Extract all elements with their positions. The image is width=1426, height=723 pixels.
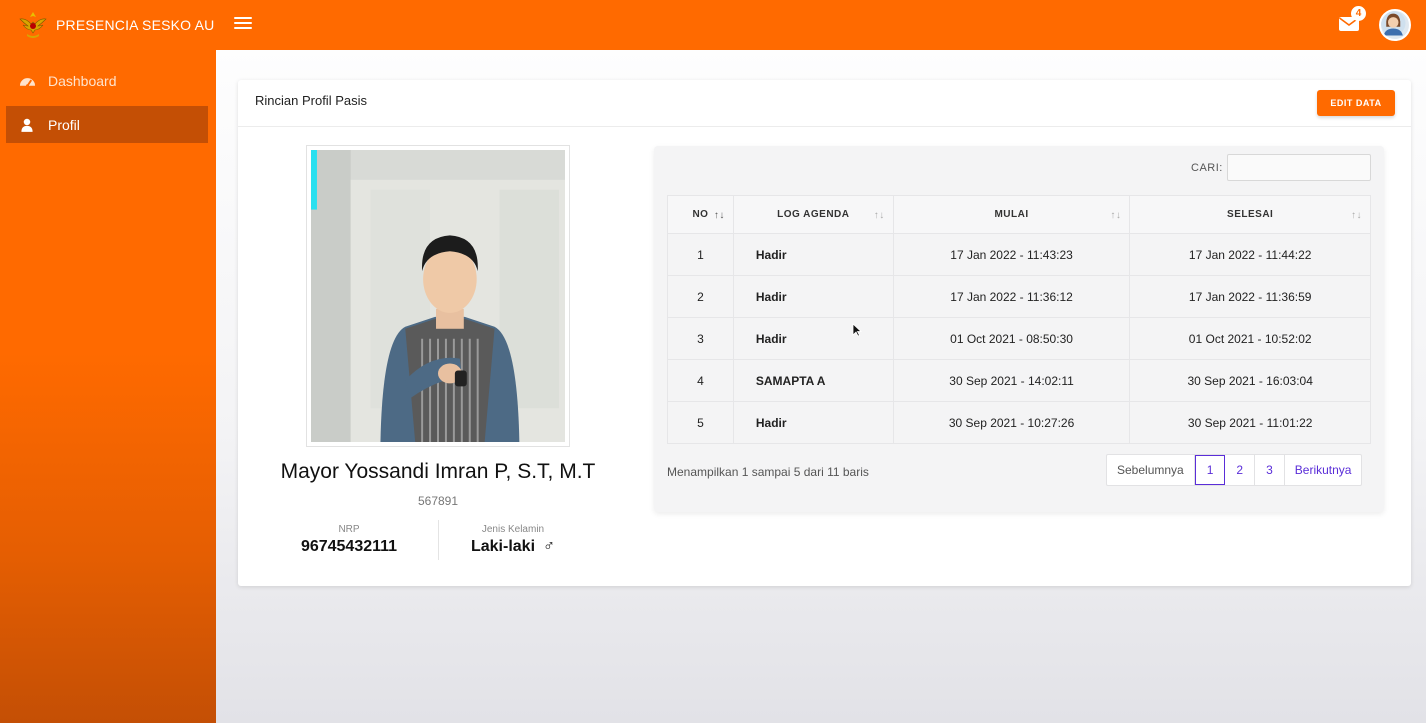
search-input[interactable] — [1227, 154, 1371, 181]
sort-icon: ↑↓ — [1351, 210, 1362, 221]
cell-no: 5 — [667, 401, 734, 444]
pagination: Sebelumnya 1 2 3 Berikutnya — [1106, 454, 1363, 486]
profile-photo-image — [311, 150, 565, 442]
search-label: CARI: — [1191, 162, 1223, 174]
card-title: Rincian Profil Pasis — [255, 93, 367, 108]
cell-agenda: Hadir — [732, 275, 894, 318]
cell-selesai: 30 Sep 2021 - 11:01:22 — [1129, 401, 1371, 444]
user-avatar[interactable] — [1379, 9, 1411, 41]
cell-selesai: 17 Jan 2022 - 11:36:59 — [1129, 275, 1371, 318]
cell-agenda: Hadir — [732, 401, 894, 444]
dashboard-icon — [18, 73, 36, 89]
cell-mulai: 30 Sep 2021 - 10:27:26 — [892, 401, 1131, 444]
gender-label: Jenis Kelamin — [481, 524, 545, 535]
column-header-selesai[interactable]: SELESAI ↑↓ — [1129, 195, 1371, 234]
eagle-emblem-icon — [19, 12, 47, 38]
mouse-cursor-icon — [852, 323, 862, 337]
sort-icon: ↑↓ — [1110, 210, 1122, 221]
person-name: Mayor Yossandi Imran P, S.T, M.T — [280, 460, 596, 483]
pagination-next-button[interactable]: Berikutnya — [1285, 455, 1362, 485]
cell-no: 1 — [667, 233, 734, 276]
gender-value-row: Laki-laki ♂ — [418, 538, 608, 556]
cell-mulai: 17 Jan 2022 - 11:43:23 — [892, 233, 1131, 276]
sidebar-item-label: Dashboard — [48, 72, 117, 89]
nrp-label: NRP — [338, 524, 360, 535]
column-header-mulai[interactable]: MULAI ↑↓ — [892, 195, 1131, 234]
cell-selesai: 30 Sep 2021 - 16:03:04 — [1129, 359, 1371, 402]
top-bar: PRESENCIA SESKO AU 4 — [0, 0, 1426, 50]
cell-agenda: Hadir — [732, 233, 894, 276]
person-id: 567891 — [417, 494, 459, 508]
column-header-log-agenda[interactable]: LOG AGENDA ↑↓ — [732, 195, 894, 234]
cell-selesai: 01 Oct 2021 - 10:52:02 — [1129, 317, 1371, 360]
table-row: 3 Hadir 01 Oct 2021 - 08:50:30 01 Oct 20… — [667, 317, 1371, 360]
brand-name: PRESENCIA SESKO AU — [56, 17, 215, 33]
card-header: Rincian Profil Pasis EDIT DATA — [238, 80, 1411, 127]
brand[interactable]: PRESENCIA SESKO AU — [0, 0, 216, 50]
sidebar-item-label: Profil — [48, 116, 80, 133]
menu-toggle-icon[interactable] — [234, 14, 252, 32]
sort-icon: ↑↓ — [713, 210, 725, 221]
nrp-stat: NRP 96745432111 — [254, 524, 444, 556]
table-row: 1 Hadir 17 Jan 2022 - 11:43:23 17 Jan 20… — [667, 233, 1371, 276]
cell-mulai: 01 Oct 2021 - 08:50:30 — [892, 317, 1131, 360]
cell-agenda: Hadir — [732, 317, 894, 360]
profile-card: Rincian Profil Pasis EDIT DATA Mayor Yos… — [238, 80, 1411, 586]
cell-mulai: 17 Jan 2022 - 11:36:12 — [892, 275, 1131, 318]
sort-icon: ↑↓ — [873, 210, 885, 221]
pagination-page-1[interactable]: 1 — [1194, 455, 1226, 485]
cell-mulai: 30 Sep 2021 - 14:02:11 — [892, 359, 1131, 402]
sidebar: Dashboard Profil — [0, 50, 216, 723]
cell-agenda: SAMAPTA A — [732, 359, 894, 402]
gender-stat: Jenis Kelamin Laki-laki ♂ — [418, 524, 608, 556]
agenda-table: NO ↑↓ LOG AGENDA ↑↓ MULAI ↑↓ SELESAI ↑↓ 1 Ha… — [667, 195, 1371, 444]
table-info: Menampilkan 1 sampai 5 dari 11 baris — [667, 465, 869, 479]
table-header-row: NO ↑↓ LOG AGENDA ↑↓ MULAI ↑↓ SELESAI ↑↓ — [667, 195, 1371, 234]
cell-no: 4 — [667, 359, 734, 402]
nrp-value: 96745432111 — [300, 538, 398, 555]
cell-no: 2 — [667, 275, 734, 318]
column-header-no[interactable]: NO ↑↓ — [667, 195, 734, 234]
pagination-page-2[interactable]: 2 — [1225, 455, 1256, 485]
table-row: 2 Hadir 17 Jan 2022 - 11:36:12 17 Jan 20… — [667, 275, 1371, 318]
table-row: 5 Hadir 30 Sep 2021 - 10:27:26 30 Sep 20… — [667, 401, 1371, 444]
male-symbol-icon: ♂ — [543, 538, 556, 555]
agenda-table-panel: CARI: NO ↑↓ LOG AGENDA ↑↓ MULAI ↑↓ SELESAI ↑… — [654, 146, 1384, 512]
avatar-icon — [1381, 11, 1406, 36]
cell-no: 3 — [667, 317, 734, 360]
profile-photo — [306, 145, 570, 447]
pagination-prev-button[interactable]: Sebelumnya — [1107, 455, 1195, 485]
table-row: 4 SAMAPTA A 30 Sep 2021 - 14:02:11 30 Se… — [667, 359, 1371, 402]
user-icon — [18, 117, 36, 133]
gender-value: Laki-laki — [470, 538, 536, 555]
sidebar-item-profil[interactable]: Profil — [6, 106, 208, 143]
edit-data-button[interactable]: EDIT DATA — [1317, 90, 1395, 116]
sidebar-item-dashboard[interactable]: Dashboard — [6, 62, 208, 99]
cell-selesai: 17 Jan 2022 - 11:44:22 — [1129, 233, 1371, 276]
mail-count-badge: 4 — [1351, 6, 1366, 21]
pagination-page-3[interactable]: 3 — [1255, 455, 1285, 485]
